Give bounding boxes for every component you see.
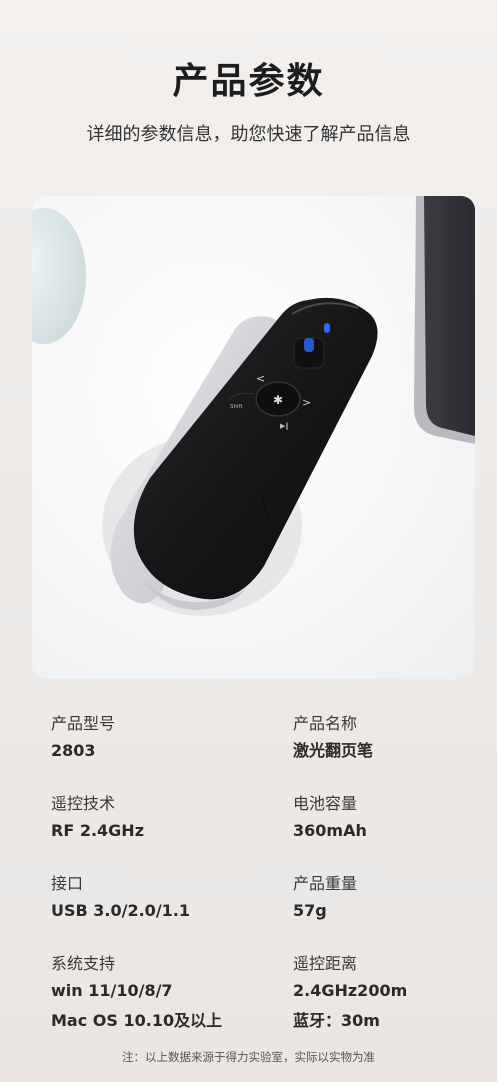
spec-value: 2803 (51, 741, 96, 760)
decor-orb (32, 208, 86, 344)
spec-item-system: 系统支持 win 11/10/8/7 Mac OS 10.10及以上 (51, 950, 222, 1034)
spec-label: 遥控技术 (51, 794, 116, 813)
play-pause-icon: ▶‖ (280, 422, 289, 430)
spec-value: 360mAh (293, 821, 367, 840)
spec-label: 接口 (51, 874, 84, 893)
spec-value: 激光翻页笔 (293, 741, 374, 760)
shift-label: Shift (230, 404, 243, 410)
spec-item-weight: 产品重量 57g (293, 870, 357, 924)
footnote: 注：以上数据来源于得力实验室，实际以实物为准 (122, 1050, 375, 1064)
spec-item-name: 产品名称 激光翻页笔 (293, 710, 373, 764)
page-title: 产品参数 (172, 61, 325, 102)
next-arrow-icon: > (302, 396, 311, 409)
spec-value: RF 2.4GHz (51, 821, 144, 840)
spec-label: 产品重量 (293, 874, 358, 893)
indicator-light (324, 323, 330, 333)
spec-item-remote-tech: 遥控技术 RF 2.4GHz (51, 790, 144, 844)
spec-item-range: 遥控距离 2.4GHz200m 蓝牙：30m (293, 950, 407, 1034)
spec-value: 57g (293, 901, 327, 920)
page-subtitle: 详细的参数信息，助您快速了解产品信息 (86, 124, 411, 145)
spec-label: 遥控距离 (293, 954, 358, 973)
spec-item-interface: 接口 USB 3.0/2.0/1.1 (51, 870, 190, 924)
spec-item-model: 产品型号 2803 (51, 710, 115, 764)
spec-value-secondary: 蓝牙：30m (293, 1011, 380, 1030)
spec-label: 产品名称 (293, 714, 358, 733)
spec-label: 产品型号 (51, 714, 116, 733)
spec-label: 电池容量 (293, 794, 358, 813)
spec-value: 2.4GHz200m (293, 981, 408, 1000)
spec-label: 系统支持 (51, 954, 116, 973)
spec-value: USB 3.0/2.0/1.1 (51, 901, 190, 920)
spec-value-secondary: Mac OS 10.10及以上 (51, 1011, 223, 1030)
prev-arrow-icon: < (256, 372, 265, 385)
monitor (414, 196, 475, 444)
spec-value: win 11/10/8/7 (51, 981, 173, 1000)
svg-text:✱: ✱ (273, 393, 283, 407)
product-photo: ✱ < > Shift ▶‖ (32, 196, 475, 679)
spec-item-battery: 电池容量 360mAh (293, 790, 367, 844)
